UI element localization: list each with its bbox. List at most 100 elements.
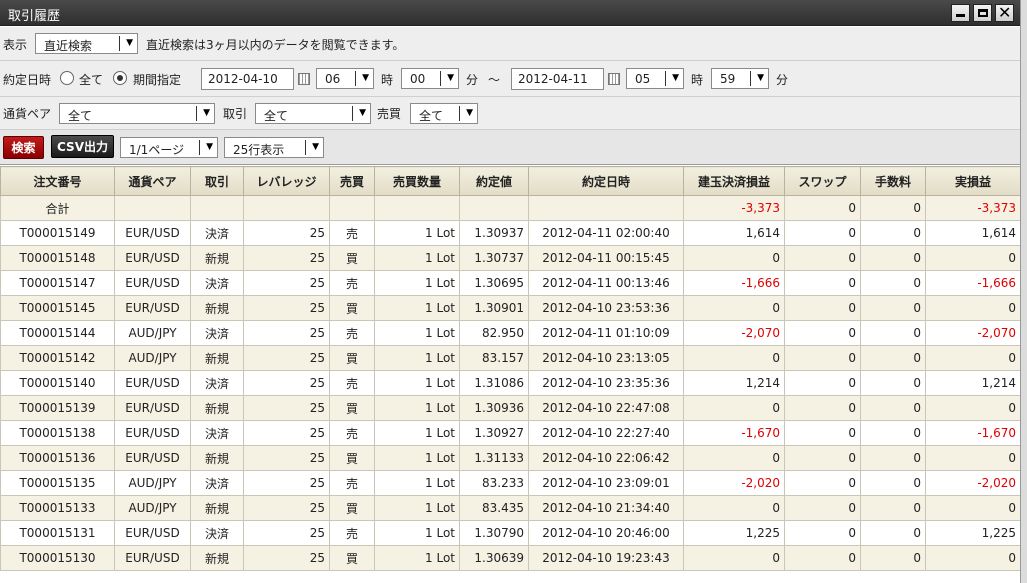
table-cell: 0 (925, 495, 1021, 521)
column-header[interactable]: 通貨ペア (114, 166, 191, 196)
table-cell: 1 Lot (374, 495, 460, 521)
table-cell: -1,666 (925, 270, 1021, 296)
to-minute-select[interactable]: 59 ▼ (711, 68, 769, 89)
table-cell: 25 (243, 520, 330, 546)
select-divider (196, 106, 197, 121)
calendar-icon[interactable] (298, 73, 310, 85)
page-select[interactable]: 1/1ページ ▼ (120, 137, 218, 158)
table-row[interactable]: T000015147 EUR/USD 決済 25 売 1 Lot 1.30695 2012-0… (0, 270, 1021, 296)
to-date-input[interactable]: 2012-04-11 (511, 68, 604, 90)
table-cell: 1,614 (925, 220, 1021, 246)
table-cell: 2012-04-10 19:23:43 (528, 545, 684, 571)
table-row[interactable]: T000015149 EUR/USD 決済 25 売 1 Lot 1.30937 2012-0… (0, 220, 1021, 246)
table-cell: 0 (860, 320, 926, 346)
table-row[interactable]: T000015145 EUR/USD 新規 25 買 1 Lot 1.30901 2012-0… (0, 295, 1021, 321)
csv-export-button[interactable]: CSV出力 (51, 135, 114, 158)
radio-period[interactable] (113, 71, 127, 85)
table-cell: 0 (860, 445, 926, 471)
column-header[interactable]: 建玉決済損益 (683, 166, 785, 196)
table-cell: 買 (329, 395, 375, 421)
table-cell: 0 (784, 320, 861, 346)
maximize-button[interactable] (973, 4, 992, 22)
display-select[interactable]: 直近検索 ▼ (35, 33, 138, 54)
table-row[interactable]: T000015139 EUR/USD 新規 25 買 1 Lot 1.30936 2012-0… (0, 395, 1021, 421)
table-row[interactable]: T000015140 EUR/USD 決済 25 売 1 Lot 1.31086 2012-0… (0, 370, 1021, 396)
select-divider (750, 71, 751, 86)
column-header[interactable]: 売買 (329, 166, 375, 196)
column-header[interactable]: 売買数量 (374, 166, 460, 196)
table-cell: 1 Lot (374, 220, 460, 246)
chevron-down-icon: ▼ (206, 142, 213, 152)
calendar-icon[interactable] (608, 73, 620, 85)
table-cell: T000015138 (0, 420, 115, 446)
column-header[interactable]: 手数料 (860, 166, 926, 196)
from-minute-select[interactable]: 00 ▼ (401, 68, 459, 89)
table-row[interactable]: T000015131 EUR/USD 決済 25 売 1 Lot 1.30790 2012-0… (0, 520, 1021, 546)
table-cell: -1,666 (683, 270, 785, 296)
table-row[interactable]: T000015130 EUR/USD 新規 25 買 1 Lot 1.30639 2012-0… (0, 545, 1021, 571)
rows-per-page-select[interactable]: 25行表示 ▼ (224, 137, 324, 158)
from-minute-value: 00 (410, 72, 426, 86)
from-hour-select[interactable]: 06 ▼ (316, 68, 374, 89)
search-button[interactable]: 検索 (3, 136, 44, 159)
to-hour-select[interactable]: 05 ▼ (626, 68, 684, 89)
table-row[interactable]: T000015138 EUR/USD 決済 25 売 1 Lot 1.30927 2012-0… (0, 420, 1021, 446)
table-cell: 1.31133 (459, 445, 529, 471)
chevron-down-icon: ▼ (312, 142, 319, 152)
column-header[interactable]: 注文番号 (0, 166, 115, 196)
column-header[interactable]: 取引 (190, 166, 244, 196)
table-cell: 1.30927 (459, 420, 529, 446)
radio-all[interactable] (60, 71, 74, 85)
table-cell: 買 (329, 345, 375, 371)
table-cell (243, 195, 330, 221)
table-cell: 0 (784, 470, 861, 496)
table-cell: 新規 (190, 495, 244, 521)
table-cell: 25 (243, 270, 330, 296)
pair-select[interactable]: 全て ▼ (59, 103, 215, 124)
exec-datetime-label: 約定日時 (3, 73, 52, 87)
window-right-edge (1020, 0, 1027, 583)
trade-select[interactable]: 全て ▼ (255, 103, 371, 124)
table-cell (528, 195, 684, 221)
table-row[interactable]: T000015136 EUR/USD 新規 25 買 1 Lot 1.31133 2012-0… (0, 445, 1021, 471)
table-cell: 新規 (190, 245, 244, 271)
table-cell: 0 (860, 420, 926, 446)
table-cell: 2012-04-11 01:10:09 (528, 320, 684, 346)
select-divider (199, 140, 200, 155)
table-cell: 1 Lot (374, 545, 460, 571)
table-cell: 売 (329, 270, 375, 296)
select-divider (119, 36, 120, 51)
table-row[interactable]: T000015133 AUD/JPY 新規 25 買 1 Lot 83.435 2012-04… (0, 495, 1021, 521)
table-row[interactable]: T000015135 AUD/JPY 決済 25 売 1 Lot 83.233 2012-04… (0, 470, 1021, 496)
pair-label: 通貨ペア (3, 107, 52, 121)
table-cell: 0 (784, 420, 861, 446)
table-cell: 決済 (190, 370, 244, 396)
from-hour-value: 06 (325, 72, 341, 86)
from-date-input[interactable]: 2012-04-10 (201, 68, 294, 90)
table-row[interactable]: T000015144 AUD/JPY 決済 25 売 1 Lot 82.950 2012-04… (0, 320, 1021, 346)
table-cell: 1.30936 (459, 395, 529, 421)
side-label: 売買 (377, 107, 402, 121)
table-cell: 1 Lot (374, 270, 460, 296)
table-cell: 新規 (190, 395, 244, 421)
side-select[interactable]: 全て ▼ (410, 103, 478, 124)
table-cell: 決済 (190, 270, 244, 296)
table-cell: 0 (860, 395, 926, 421)
column-header[interactable]: 約定日時 (528, 166, 684, 196)
table-cell: 83.435 (459, 495, 529, 521)
total-row: 合計 -3,373 0 0 -3,373 (0, 195, 1021, 221)
column-header[interactable]: レバレッジ (243, 166, 330, 196)
table-row[interactable]: T000015142 AUD/JPY 新規 25 買 1 Lot 83.157 2012-04… (0, 345, 1021, 371)
table-row[interactable]: T000015148 EUR/USD 新規 25 買 1 Lot 1.30737 2012-0… (0, 245, 1021, 271)
table-cell: 0 (784, 220, 861, 246)
column-header[interactable]: スワップ (784, 166, 861, 196)
total-label: 合計 (0, 195, 115, 221)
table-cell: T000015131 (0, 520, 115, 546)
table-cell: 25 (243, 220, 330, 246)
close-button[interactable]: ✕ (995, 3, 1014, 22)
table-cell: 1.30639 (459, 545, 529, 571)
column-header[interactable]: 実損益 (925, 166, 1021, 196)
table-cell: 売 (329, 370, 375, 396)
minimize-button[interactable] (951, 4, 970, 22)
column-header[interactable]: 約定値 (459, 166, 529, 196)
